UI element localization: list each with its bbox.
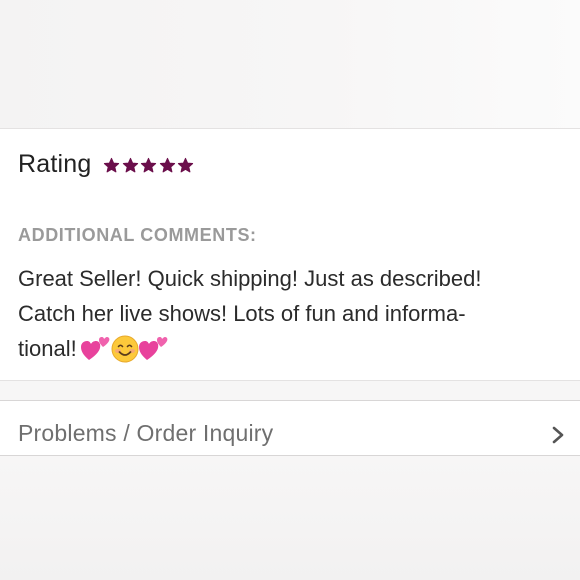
- star-icon: [177, 157, 194, 174]
- emoji-group: [80, 335, 169, 363]
- review-card: Rating ADDITIONAL COMMENTS: Great Seller…: [0, 128, 580, 381]
- problems-order-inquiry-label: Problems / Order Inquiry: [18, 420, 274, 446]
- problems-order-inquiry-row[interactable]: Problems / Order Inquiry: [0, 400, 580, 456]
- comment-text: Great Seller! Quick shipping! Just as de…: [18, 261, 570, 366]
- star-icon: [140, 157, 157, 174]
- star-icon: [159, 157, 176, 174]
- rating-row: Rating: [18, 147, 196, 181]
- comment-line-last: tional!: [18, 331, 570, 366]
- star-rating: [103, 157, 196, 174]
- star-icon: [103, 157, 120, 174]
- additional-comments-heading: ADDITIONAL COMMENTS:: [18, 225, 257, 245]
- two-hearts-icon: [138, 336, 169, 362]
- two-hearts-icon: [80, 336, 111, 362]
- rating-label: Rating: [18, 149, 92, 178]
- chevron-right-icon: [550, 425, 566, 445]
- comment-line-text: tional!: [18, 336, 77, 361]
- comment-line: Great Seller! Quick shipping! Just as de…: [18, 266, 482, 291]
- comment-line: Catch her live shows! Lots of fun and in…: [18, 301, 466, 326]
- bottom-background: [0, 456, 580, 580]
- star-icon: [122, 157, 139, 174]
- top-background: [0, 0, 580, 128]
- section-divider: [0, 381, 580, 400]
- smiling-face-icon: [111, 335, 139, 363]
